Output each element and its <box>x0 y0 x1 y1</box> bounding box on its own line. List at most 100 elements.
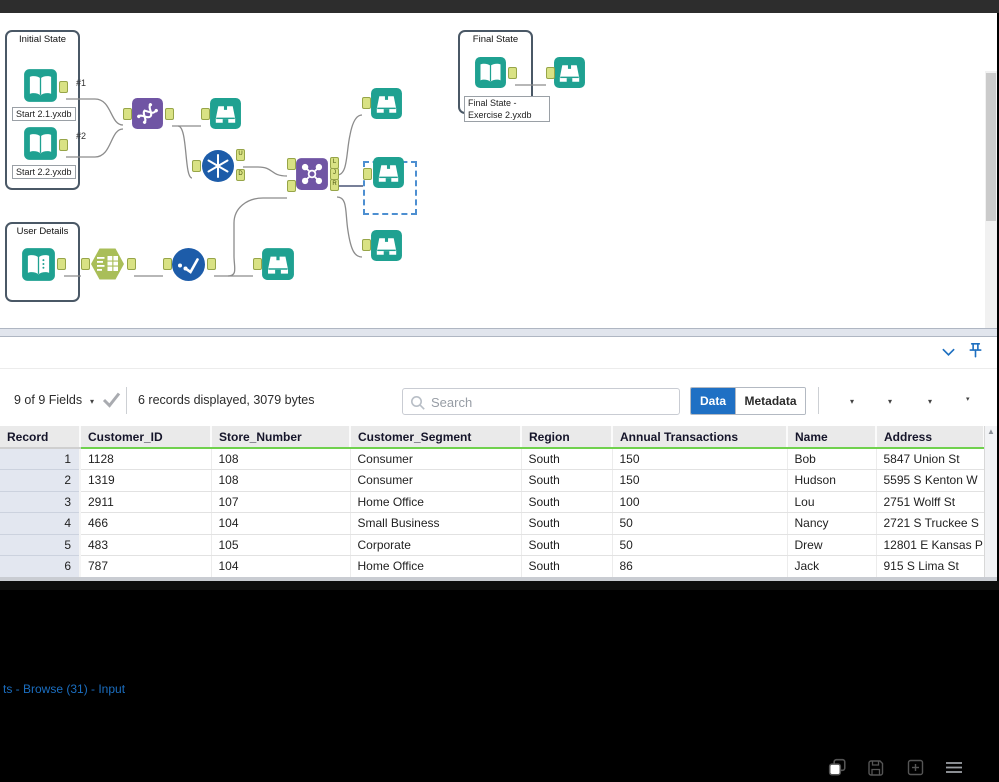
input-anchor[interactable] <box>362 97 371 109</box>
cell[interactable]: Hudson <box>787 469 877 492</box>
cell[interactable]: Consumer <box>350 448 522 470</box>
output-anchor[interactable] <box>165 108 174 120</box>
cell[interactable]: South <box>521 448 613 470</box>
tab-metadata[interactable]: Metadata <box>735 388 805 414</box>
record-number-cell[interactable]: 1 <box>0 448 81 470</box>
cell[interactable]: 150 <box>612 469 788 492</box>
cell[interactable]: 104 <box>211 555 351 578</box>
cell[interactable]: 107 <box>211 491 351 513</box>
input-anchor[interactable] <box>81 258 90 270</box>
cell[interactable]: Consumer <box>350 469 522 492</box>
cell[interactable]: 1128 <box>80 448 212 470</box>
cell[interactable]: 108 <box>211 469 351 492</box>
input-anchor[interactable] <box>163 258 172 270</box>
output-anchor-duplicates[interactable]: D <box>236 169 245 181</box>
cell[interactable]: Jack <box>787 555 877 578</box>
input-data-tool-final-state[interactable] <box>474 56 507 89</box>
input-anchor[interactable] <box>287 158 296 170</box>
input-anchor[interactable] <box>287 180 296 192</box>
cell[interactable]: Lou <box>787 491 877 513</box>
column-header-record[interactable]: Record <box>0 426 81 449</box>
input-anchor[interactable] <box>363 168 372 180</box>
input-anchor[interactable] <box>201 108 210 120</box>
output-anchor[interactable] <box>127 258 136 270</box>
cell[interactable]: South <box>521 469 613 492</box>
copy-button[interactable] <box>828 758 847 782</box>
cell[interactable]: 104 <box>211 512 351 535</box>
input-data-tool-start21[interactable] <box>23 68 58 103</box>
collapse-panel-button[interactable] <box>941 345 956 363</box>
browse-tool-join-r[interactable] <box>370 229 403 262</box>
input-data-tool-start22[interactable] <box>23 126 58 161</box>
cell[interactable]: 108 <box>211 448 351 470</box>
browse-tool-final-state[interactable] <box>553 56 586 89</box>
output-anchor[interactable] <box>59 81 68 93</box>
record-number-cell[interactable]: 5 <box>0 534 81 556</box>
record-number-cell[interactable]: 4 <box>0 512 81 535</box>
record-number-cell[interactable]: 3 <box>0 491 81 513</box>
cell[interactable]: Corporate <box>350 534 522 556</box>
cell[interactable]: Bob <box>787 448 877 470</box>
text-to-columns-tool[interactable] <box>89 245 126 283</box>
search-box[interactable] <box>402 388 680 415</box>
cell[interactable]: South <box>521 534 613 556</box>
cell[interactable]: South <box>521 491 613 513</box>
union-tool[interactable] <box>131 97 164 130</box>
pin-panel-button[interactable] <box>966 341 985 365</box>
cell[interactable]: 105 <box>211 534 351 556</box>
record-number-cell[interactable]: 6 <box>0 555 81 578</box>
cell[interactable]: 483 <box>80 534 212 556</box>
table-row[interactable]: 6 787 104 Home Office South 86 Jack 915 … <box>0 555 985 578</box>
scroll-up-icon[interactable]: ▲ <box>985 427 997 436</box>
table-vertical-scrollbar[interactable]: ▲ <box>984 426 997 577</box>
cell[interactable]: Drew <box>787 534 877 556</box>
cell[interactable]: 150 <box>612 448 788 470</box>
output-anchor[interactable] <box>508 67 517 79</box>
input-anchor[interactable] <box>362 239 371 251</box>
browse-tool-user-details[interactable] <box>261 247 295 281</box>
caret-down-icon[interactable]: ▾ <box>888 397 892 406</box>
cell[interactable]: South <box>521 555 613 578</box>
cell[interactable]: Home Office <box>350 491 522 513</box>
input-data-tool-user-details[interactable] <box>21 247 56 282</box>
tab-data[interactable]: Data <box>691 388 735 414</box>
column-header-address[interactable]: Address <box>876 426 985 449</box>
column-header-name[interactable]: Name <box>787 426 877 449</box>
input-anchor[interactable] <box>253 258 262 270</box>
cell[interactable]: Small Business <box>350 512 522 535</box>
cell[interactable]: Home Office <box>350 555 522 578</box>
input-anchor[interactable] <box>123 108 132 120</box>
cell[interactable]: 2911 <box>80 491 212 513</box>
cell[interactable]: 12801 E Kansas P <box>876 534 985 556</box>
caret-down-icon[interactable]: ▾ <box>928 397 932 406</box>
browse-tool-join-l[interactable] <box>370 87 403 120</box>
cell[interactable]: 1319 <box>80 469 212 492</box>
table-row[interactable]: 5 483 105 Corporate South 50 Drew 12801 … <box>0 534 985 556</box>
cell[interactable]: 2751 Wolff St <box>876 491 985 513</box>
browse-tool-union[interactable] <box>209 97 242 130</box>
output-anchor-unique[interactable]: U <box>236 149 245 161</box>
browse-tool-join-j-selected[interactable] <box>372 156 405 189</box>
output-anchor[interactable] <box>59 139 68 151</box>
cell[interactable]: 2721 S Truckee S <box>876 512 985 535</box>
output-anchor-right[interactable]: R <box>330 179 339 191</box>
table-row[interactable]: 2 1319 108 Consumer South 150 Hudson 559… <box>0 469 985 492</box>
output-anchor[interactable] <box>207 258 216 270</box>
table-row[interactable]: 3 2911 107 Home Office South 100 Lou 275… <box>0 491 985 513</box>
new-window-button[interactable] <box>906 758 925 782</box>
input-anchor[interactable] <box>546 67 555 79</box>
record-number-cell[interactable]: 2 <box>0 469 81 492</box>
output-anchor[interactable] <box>57 258 66 270</box>
fields-dropdown[interactable]: 9 of 9 Fields <box>14 393 82 407</box>
cell[interactable]: Nancy <box>787 512 877 535</box>
workflow-canvas[interactable]: Initial State Final State User Details #… <box>0 13 997 341</box>
cell[interactable]: 50 <box>612 512 788 535</box>
table-row[interactable]: 1 1128 108 Consumer South 150 Bob 5847 U… <box>0 448 985 470</box>
caret-down-icon[interactable]: ▾ <box>966 395 970 403</box>
cell[interactable]: 915 S Lima St <box>876 555 985 578</box>
column-header-annual-transactions[interactable]: Annual Transactions <box>612 426 788 449</box>
column-header-region[interactable]: Region <box>521 426 613 449</box>
cell[interactable]: 100 <box>612 491 788 513</box>
cell[interactable]: 5847 Union St <box>876 448 985 470</box>
save-button[interactable] <box>866 758 885 782</box>
